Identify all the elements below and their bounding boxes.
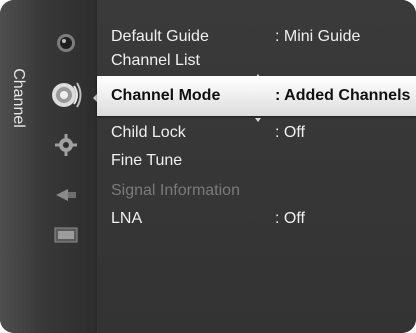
menu-item-channel-list[interactable]: Channel List <box>97 50 416 72</box>
menu-item-label: Child Lock <box>111 124 186 141</box>
application-icon[interactable] <box>51 220 81 250</box>
menu-item-label: Fine Tune <box>111 152 183 169</box>
menu-item-value: : Mini Guide <box>275 28 361 45</box>
menu-item-value: : Added Channels <box>275 87 411 104</box>
menu-item-value: : Off <box>275 124 305 141</box>
picture-icon[interactable] <box>51 28 81 58</box>
menu-item-label: LNA <box>111 210 143 227</box>
menu-item-label: Default Guide <box>111 28 209 45</box>
menu-item-value: : Off <box>275 210 305 227</box>
gear-icon[interactable] <box>51 130 81 160</box>
input-icon[interactable] <box>51 180 81 210</box>
category-icon-column <box>36 0 97 333</box>
menu-item-label: Signal Information <box>111 182 240 199</box>
menu-content: Default Guide : Mini Guide Channel List … <box>97 0 416 333</box>
channel-icon[interactable] <box>49 78 83 112</box>
tv-osd-menu: Channel Default Guide: Mini Guide Chann… <box>0 0 416 333</box>
menu-item-channel-mode[interactable]: Channel Mode : Added Channels <box>97 76 416 116</box>
menu-item-label: Channel List <box>111 52 200 69</box>
menu-item-fine-tune[interactable]: Fine Tune <box>97 150 416 172</box>
menu-item-child-lock[interactable]: Child Lock : Off <box>97 122 416 144</box>
menu-item-default-guide[interactable]: Default Guide : Mini Guide <box>97 26 416 48</box>
category-label: Channel <box>10 68 27 128</box>
menu-item-lna[interactable]: LNA : Off <box>97 208 416 230</box>
menu-item-label: Channel Mode <box>111 87 221 104</box>
menu-item-signal-information: Signal Information <box>97 180 416 202</box>
category-label-strip: Channel <box>0 0 36 333</box>
